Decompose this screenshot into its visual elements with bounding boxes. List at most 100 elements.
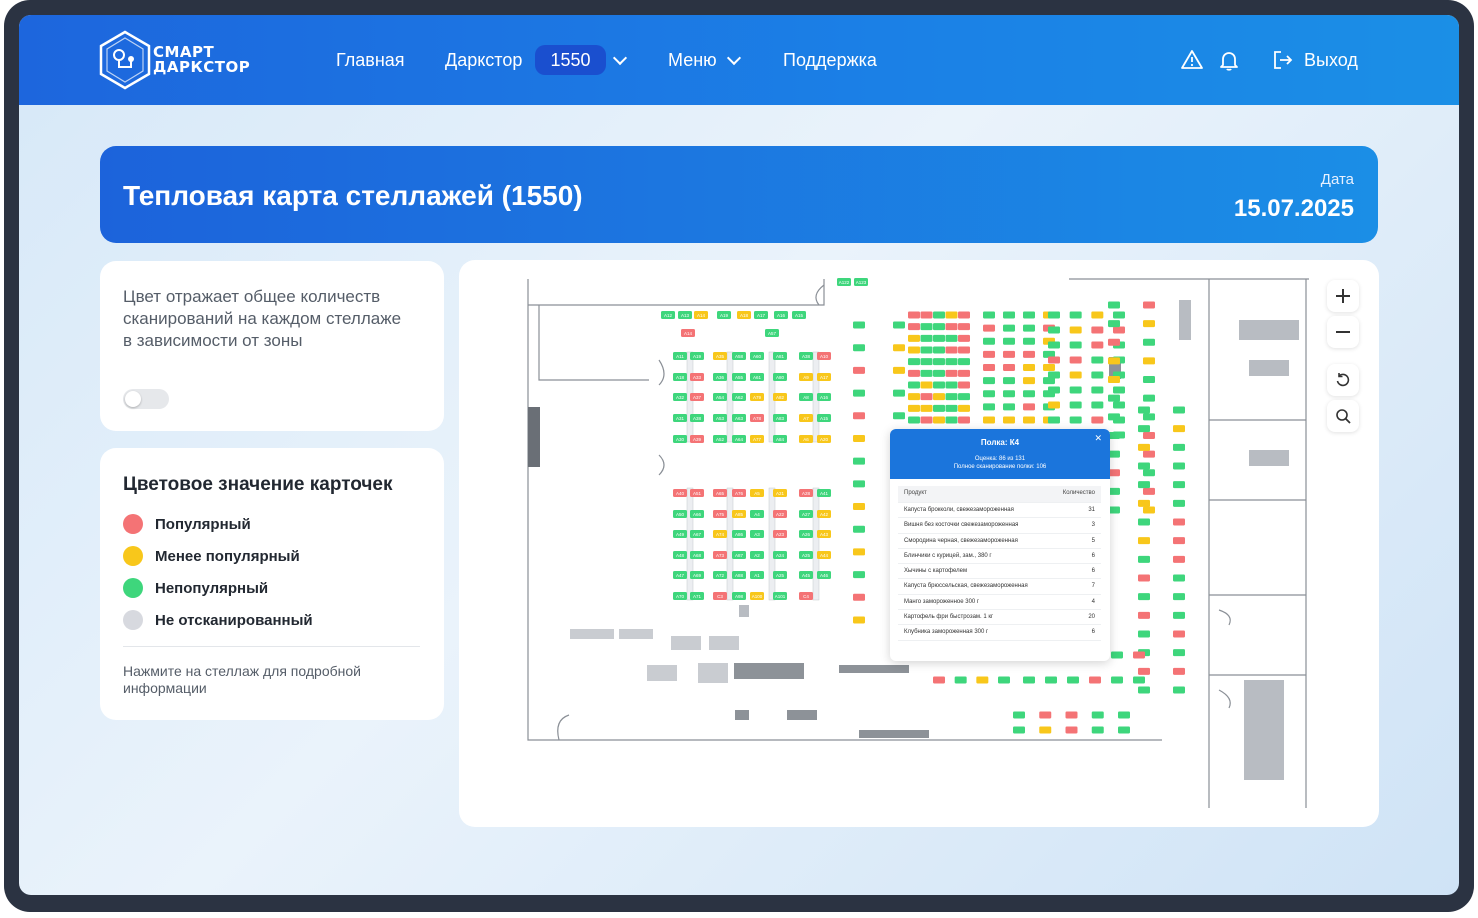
shelf-tag[interactable] bbox=[1108, 376, 1120, 384]
shelf-tag[interactable] bbox=[1048, 386, 1060, 394]
shelf-tag[interactable]: A14 bbox=[694, 311, 708, 319]
shelf-tag[interactable] bbox=[893, 366, 905, 374]
shelf-tag[interactable] bbox=[853, 548, 865, 556]
shelf-tag[interactable]: A19 bbox=[690, 352, 704, 360]
shelf-tag[interactable] bbox=[933, 323, 945, 331]
shelf-tag[interactable] bbox=[1108, 338, 1120, 346]
shelf-tag[interactable]: A12 bbox=[661, 311, 675, 319]
shelf-tag[interactable]: A47 bbox=[673, 571, 687, 579]
shelf-tag[interactable]: A45 bbox=[799, 571, 813, 579]
shelf-tag[interactable] bbox=[1118, 726, 1130, 734]
shelf-tag[interactable] bbox=[998, 676, 1010, 684]
shelf-tag[interactable] bbox=[933, 676, 945, 684]
shelf-tag[interactable]: A26 bbox=[799, 530, 813, 538]
shelf-tag[interactable]: A75 bbox=[713, 510, 727, 518]
shelf-tag[interactable] bbox=[945, 369, 958, 377]
darkstore-chevron-down-icon[interactable] bbox=[612, 50, 628, 66]
shelf-tag[interactable] bbox=[908, 381, 920, 389]
shelf-tag[interactable]: A39 bbox=[690, 435, 704, 443]
shelf-tag[interactable] bbox=[983, 350, 995, 358]
shelf-tag[interactable] bbox=[945, 334, 958, 342]
shelf-tag[interactable] bbox=[893, 321, 905, 329]
shelf-tag[interactable] bbox=[853, 321, 865, 329]
shelf-tag[interactable]: A49 bbox=[673, 530, 687, 538]
shelf-tag[interactable]: A31 bbox=[673, 414, 687, 422]
shelf-tag[interactable]: A37 bbox=[690, 393, 704, 401]
shelf-tag[interactable]: A65 bbox=[713, 489, 727, 497]
shelf-tag[interactable]: A79 bbox=[750, 393, 764, 401]
shelf-tag[interactable] bbox=[1108, 413, 1120, 421]
shelf-tag[interactable]: A18 bbox=[737, 311, 751, 319]
shelf-tag[interactable]: A21 bbox=[773, 489, 787, 497]
shelf-tag[interactable] bbox=[958, 404, 970, 412]
shelf-tag[interactable] bbox=[983, 416, 995, 424]
shelf-tag[interactable]: A85 bbox=[732, 510, 746, 518]
shelf-tag[interactable]: A66 bbox=[690, 510, 704, 518]
shelf-tag[interactable] bbox=[1069, 311, 1082, 319]
shelf-tag[interactable] bbox=[1143, 450, 1155, 458]
shelf-tag[interactable] bbox=[1111, 676, 1123, 684]
shelf-tag[interactable] bbox=[933, 416, 945, 424]
shelf-tag[interactable] bbox=[908, 311, 920, 319]
shelf-tag[interactable] bbox=[1003, 403, 1015, 411]
shelf-tag[interactable] bbox=[893, 412, 905, 420]
shelf-tag[interactable]: C3 bbox=[713, 592, 727, 600]
shelf-tag[interactable] bbox=[1003, 337, 1015, 345]
shelf-tag[interactable]: A44 bbox=[817, 551, 831, 559]
shelf-tag[interactable] bbox=[1108, 357, 1120, 365]
shelf-tag[interactable] bbox=[1113, 386, 1125, 394]
shelf-tag[interactable] bbox=[1069, 356, 1082, 364]
shelf-tag[interactable]: A55 bbox=[732, 373, 746, 381]
search-map-button[interactable] bbox=[1327, 400, 1359, 432]
shelf-tag[interactable]: A41 bbox=[817, 489, 831, 497]
shelf-tag[interactable] bbox=[1048, 326, 1060, 334]
shelf-tag[interactable] bbox=[1003, 311, 1015, 319]
shelf-tag[interactable] bbox=[1039, 726, 1052, 734]
shelf-tag[interactable]: A71 bbox=[690, 592, 704, 600]
shelf-tag[interactable] bbox=[1069, 341, 1082, 349]
shelf-tag[interactable] bbox=[1143, 338, 1155, 346]
shelf-tag[interactable]: A100 bbox=[750, 592, 764, 600]
shelf-tag[interactable]: A73 bbox=[713, 551, 727, 559]
shelf-tag[interactable] bbox=[1048, 341, 1060, 349]
shelf-tag[interactable]: A9 bbox=[799, 373, 813, 381]
shelf-tag[interactable] bbox=[1089, 676, 1101, 684]
shelf-tag[interactable] bbox=[920, 358, 933, 366]
shelf-tag[interactable] bbox=[1143, 320, 1155, 328]
shelf-tag[interactable] bbox=[1138, 537, 1150, 545]
shelf-tag[interactable]: A123 bbox=[854, 278, 868, 286]
shelf-tag[interactable] bbox=[983, 377, 995, 385]
shelf-tag[interactable] bbox=[983, 364, 995, 371]
shelf-tag[interactable]: A77 bbox=[750, 435, 764, 443]
shelf-tag[interactable] bbox=[1091, 341, 1104, 349]
shelf-tag[interactable] bbox=[1108, 301, 1120, 309]
shelf-tag[interactable] bbox=[1138, 555, 1150, 563]
shelf-tag[interactable]: A27 bbox=[799, 510, 813, 518]
shelf-tag[interactable]: A32 bbox=[673, 393, 687, 401]
shelf-tag[interactable]: A87 bbox=[732, 551, 746, 559]
zone-color-toggle[interactable] bbox=[123, 389, 169, 409]
shelf-popup[interactable]: Полка: К4 Оценка: 86 из 131 Полное скани… bbox=[890, 429, 1110, 661]
shelf-tag[interactable] bbox=[853, 366, 865, 374]
shelf-tag[interactable]: A38 bbox=[799, 352, 813, 360]
warning-icon[interactable] bbox=[1180, 48, 1204, 72]
shelf-tag[interactable]: A42 bbox=[817, 510, 831, 518]
shelf-tag[interactable]: A17 bbox=[817, 373, 831, 381]
shelf-tag[interactable] bbox=[853, 344, 865, 352]
shelf-tag[interactable] bbox=[1138, 593, 1150, 601]
shelf-tag[interactable]: A13 bbox=[678, 311, 692, 319]
shelf-tag[interactable] bbox=[958, 416, 970, 424]
shelf-tag[interactable] bbox=[1023, 676, 1035, 684]
shelf-tag[interactable] bbox=[920, 311, 933, 319]
shelf-tag[interactable] bbox=[1173, 406, 1185, 414]
shelf-tag[interactable] bbox=[945, 416, 958, 424]
shelf-tag[interactable]: A101 bbox=[773, 592, 787, 600]
shelf-tag[interactable] bbox=[920, 323, 933, 331]
shelf-tag[interactable]: A14 bbox=[681, 329, 695, 337]
shelf-tag[interactable]: A6 bbox=[799, 435, 813, 443]
shelf-tag[interactable] bbox=[1173, 574, 1185, 582]
shelf-tag[interactable] bbox=[853, 389, 865, 397]
shelf-tag[interactable]: A76 bbox=[732, 489, 746, 497]
shelf-tag[interactable]: A80 bbox=[773, 373, 787, 381]
shelf-tag[interactable] bbox=[1003, 324, 1015, 332]
